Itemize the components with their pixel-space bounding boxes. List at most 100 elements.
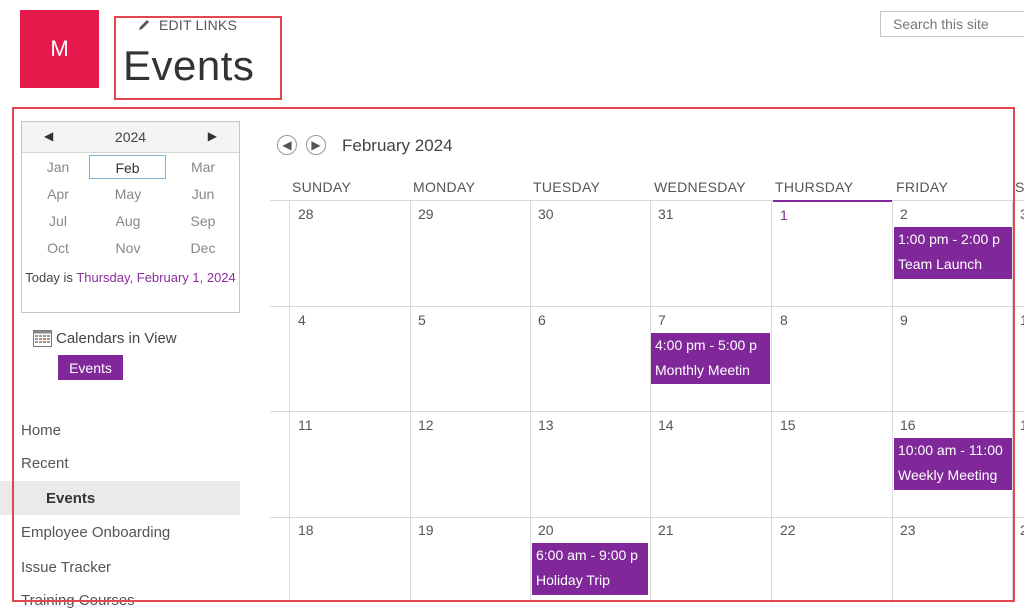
day-cell[interactable]: 8 (780, 312, 788, 328)
day-cell[interactable]: 1 (1020, 312, 1024, 328)
search-input[interactable]: Search this site (880, 11, 1024, 37)
month-apr[interactable]: Apr (22, 182, 94, 206)
calendar-chip-label: Events (69, 359, 112, 376)
month-dec[interactable]: Dec (167, 236, 239, 260)
calendar-event[interactable]: 10:00 am - 11:00 Weekly Meeting (894, 438, 1012, 490)
event-title: Weekly Meeting (898, 467, 998, 483)
arrow-left-icon: ◀ (282, 138, 292, 152)
day-cell[interactable]: 1 (1020, 417, 1024, 433)
event-title: Team Launch (898, 256, 983, 272)
today-date-link[interactable]: Thursday, February 1, 2024 (76, 270, 235, 285)
day-cell[interactable]: 20 (538, 522, 554, 538)
month-jun[interactable]: Jun (167, 182, 239, 206)
day-cell[interactable]: 6 (538, 312, 546, 328)
day-cell-today[interactable]: 1 (780, 207, 788, 223)
calendar-event[interactable]: 6:00 am - 9:00 p Holiday Trip (532, 543, 648, 595)
nav-item-home[interactable]: Home (21, 422, 61, 439)
site-logo-letter: M (50, 36, 69, 61)
grid-line (270, 517, 1024, 518)
event-time: 1:00 pm - 2:00 p (898, 231, 1000, 247)
weekday-wednesday: WEDNESDAY (654, 179, 746, 195)
grid-line (650, 200, 651, 603)
day-cell[interactable]: 16 (900, 417, 916, 433)
edit-links-label: EDIT LINKS (159, 17, 237, 33)
calendar-month-title: February 2024 (342, 136, 453, 155)
date-picker-year: 2024 (114, 129, 147, 145)
grid-line (892, 200, 893, 603)
event-title: Monthly Meetin (655, 362, 750, 378)
month-mar[interactable]: Mar (167, 155, 239, 179)
month-nov[interactable]: Nov (92, 236, 164, 260)
day-cell[interactable]: 5 (418, 312, 426, 328)
pencil-icon (139, 20, 149, 30)
grid-line (270, 306, 1024, 307)
weekday-thursday: THURSDAY (775, 179, 854, 195)
event-time: 6:00 am - 9:00 p (536, 547, 638, 563)
today-prefix: Today is (25, 270, 77, 285)
day-cell[interactable]: 30 (538, 206, 554, 222)
date-picker: ◀ 2024 ▶ Jan Feb Mar Apr May Jun Jul Aug… (21, 121, 240, 313)
grid-line (270, 411, 1024, 412)
day-cell[interactable]: 13 (538, 417, 554, 433)
date-picker-header: ◀ 2024 ▶ (22, 122, 239, 153)
day-cell[interactable]: 4 (298, 312, 306, 328)
nav-item-events[interactable]: Events (46, 490, 95, 507)
next-month-button[interactable]: ▶ (306, 135, 326, 155)
nav-item-issue-tracker[interactable]: Issue Tracker (21, 559, 111, 576)
weekday-sunday: SUNDAY (292, 179, 352, 195)
calendar-event[interactable]: 1:00 pm - 2:00 p Team Launch (894, 227, 1012, 279)
arrow-right-icon: ▶ (311, 138, 321, 152)
nav-item-training-courses[interactable]: Training Courses (21, 592, 135, 609)
day-cell[interactable]: 31 (658, 206, 674, 222)
grid-line (771, 200, 772, 603)
day-cell[interactable]: 28 (298, 206, 314, 222)
day-cell[interactable]: 14 (658, 417, 674, 433)
weekday-tuesday: TUESDAY (533, 179, 601, 195)
grid-line (410, 200, 411, 603)
event-time: 10:00 am - 11:00 (898, 442, 1003, 458)
day-cell[interactable]: 11 (298, 417, 313, 433)
day-cell[interactable]: 18 (298, 522, 314, 538)
month-jul[interactable]: Jul (22, 209, 94, 233)
day-cell[interactable]: 9 (900, 312, 908, 328)
page-title: Events (123, 42, 255, 89)
previous-month-button[interactable]: ◀ (277, 135, 297, 155)
calendars-in-view: Calendars in View (33, 330, 177, 347)
today-label: Today is Thursday, February 1, 2024 (22, 268, 239, 287)
grid-line (289, 200, 290, 603)
day-cell[interactable]: 2 (1020, 522, 1024, 538)
grid-line (530, 200, 531, 603)
weekday-friday: FRIDAY (896, 179, 949, 195)
event-time: 4:00 pm - 5:00 p (655, 337, 757, 353)
calendars-in-view-label: Calendars in View (56, 330, 177, 347)
day-cell[interactable]: 19 (418, 522, 434, 538)
edit-links-button[interactable]: EDIT LINKS (137, 17, 237, 33)
month-may[interactable]: May (92, 182, 164, 206)
day-cell[interactable]: 3 (1020, 206, 1024, 222)
day-cell[interactable]: 7 (658, 312, 666, 328)
next-year-icon[interactable]: ▶ (208, 129, 217, 143)
grid-line (1012, 200, 1013, 603)
weekday-monday: MONDAY (413, 179, 476, 195)
month-aug[interactable]: Aug (92, 209, 164, 233)
day-cell[interactable]: 12 (418, 417, 434, 433)
month-feb[interactable]: Feb (89, 155, 166, 179)
nav-item-recent[interactable]: Recent (21, 455, 69, 472)
event-title: Holiday Trip (536, 572, 610, 588)
day-cell[interactable]: 23 (900, 522, 916, 538)
day-cell[interactable]: 2 (900, 206, 908, 222)
search-placeholder: Search this site (893, 16, 989, 32)
month-jan[interactable]: Jan (22, 155, 94, 179)
month-oct[interactable]: Oct (22, 236, 94, 260)
calendar-chip-events[interactable]: Events (58, 355, 123, 380)
day-cell[interactable]: 29 (418, 206, 434, 222)
day-cell[interactable]: 15 (780, 417, 796, 433)
day-cell[interactable]: 21 (658, 522, 674, 538)
calendar-icon (33, 330, 52, 347)
day-cell[interactable]: 22 (780, 522, 796, 538)
site-logo[interactable]: M (20, 10, 99, 88)
calendar-event[interactable]: 4:00 pm - 5:00 p Monthly Meetin (651, 333, 770, 384)
month-sep[interactable]: Sep (167, 209, 239, 233)
nav-item-employee-onboarding[interactable]: Employee Onboarding (21, 524, 170, 541)
weekday-saturday: S (1015, 179, 1024, 195)
